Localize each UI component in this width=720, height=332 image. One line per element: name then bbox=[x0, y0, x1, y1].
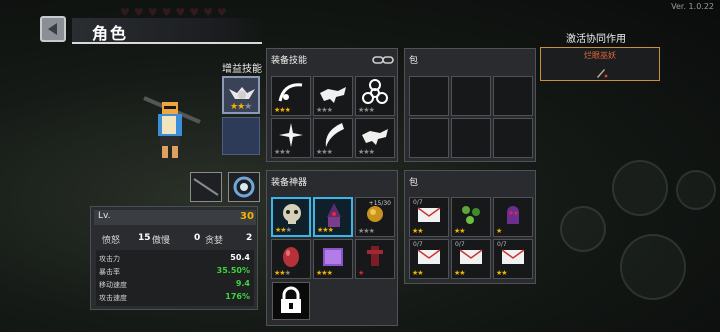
chain-link-icon[interactable] bbox=[372, 51, 394, 64]
stat-value-attack-speed: 176% bbox=[225, 292, 250, 301]
item-stars: ★★ bbox=[454, 269, 466, 277]
item-stars: ★★ bbox=[496, 269, 508, 277]
synergy-title: 激活协同作用 bbox=[566, 34, 626, 45]
bag-title: 包 bbox=[409, 178, 419, 188]
katana-icon bbox=[193, 178, 219, 196]
bg-moon-button bbox=[612, 160, 668, 216]
skill-slot[interactable]: ★★★ bbox=[313, 76, 353, 116]
stat-value-attack: 50.4 bbox=[230, 253, 250, 262]
item-stars: ★★ bbox=[412, 269, 424, 277]
stat-value-move-speed: 9.4 bbox=[235, 279, 250, 288]
trait-label: 贪婪 bbox=[205, 236, 224, 246]
bag-slot[interactable]: 0/7 ★★ bbox=[493, 239, 533, 279]
bag-title: 包 bbox=[409, 56, 419, 66]
back-arrow-icon bbox=[48, 23, 57, 35]
item-count: 0/7 bbox=[497, 241, 507, 248]
stat-value-crit: 35.50% bbox=[216, 266, 250, 275]
artifact-upgrade-count: +15/30 bbox=[368, 200, 391, 207]
item-count: 0/7 bbox=[455, 241, 465, 248]
trait-value: 0 bbox=[194, 233, 201, 243]
bag-slot[interactable] bbox=[409, 118, 449, 158]
bag-slot[interactable]: ★★ bbox=[451, 197, 491, 237]
trait-label: 傲慢 bbox=[152, 236, 171, 246]
item-stars: ★ bbox=[496, 227, 502, 235]
skill-stars: ★★★ bbox=[230, 102, 252, 112]
stat-label-move-speed: 移动速度 bbox=[99, 281, 127, 289]
empty-buff-slot[interactable] bbox=[222, 117, 260, 155]
item-stars: ★★★ bbox=[358, 106, 375, 114]
item-stars: ★★ bbox=[454, 227, 466, 235]
bag-slot[interactable] bbox=[451, 118, 491, 158]
item-stars: ★★★ bbox=[317, 226, 334, 234]
skill-slot[interactable]: ★★★ bbox=[355, 76, 395, 116]
item-count: 0/7 bbox=[413, 199, 423, 206]
weapon-slot[interactable] bbox=[190, 172, 222, 202]
bg-attack-button bbox=[620, 234, 686, 300]
item-stars: ★★★ bbox=[358, 148, 375, 156]
lock-icon bbox=[281, 286, 301, 313]
item-stars: ★★★ bbox=[274, 148, 291, 156]
item-stars: ★ bbox=[358, 269, 364, 277]
bg-dash-button bbox=[676, 170, 716, 210]
artifact-slot[interactable]: ★★★ bbox=[271, 239, 311, 279]
item-count: 0/7 bbox=[413, 241, 423, 248]
equipped-skills-title: 装备技能 bbox=[271, 56, 308, 66]
bag-slot[interactable] bbox=[451, 76, 491, 116]
level-value: 30 bbox=[240, 211, 254, 222]
synergy-dagger-icon bbox=[597, 69, 608, 78]
item-stars: ★★★ bbox=[316, 269, 333, 277]
character-sprite bbox=[140, 90, 204, 164]
stat-label-attack: 攻击力 bbox=[99, 255, 120, 263]
artifact-slot[interactable]: ★★★ +15/30 bbox=[355, 197, 395, 237]
stat-label-attack-speed: 攻击速度 bbox=[99, 294, 127, 302]
level-row bbox=[94, 210, 256, 225]
equipped-artifacts-title: 装备神器 bbox=[271, 178, 308, 188]
item-stars: ★★★ bbox=[274, 106, 291, 114]
synergy-name: 烂眼巫妖 bbox=[584, 51, 616, 60]
trait-value: 2 bbox=[246, 233, 253, 243]
bag-slot[interactable]: ★ bbox=[493, 197, 533, 237]
trait-label: 愤怒 bbox=[102, 236, 121, 246]
skill-slot[interactable]: ★★★ bbox=[313, 118, 353, 158]
buff-skill-slot[interactable]: ★★★ bbox=[222, 76, 260, 114]
item-stars: ★★ bbox=[412, 227, 424, 235]
item-stars: ★★★ bbox=[316, 106, 333, 114]
artifact-slot[interactable]: ★★★ bbox=[271, 197, 311, 237]
bag-slot[interactable]: 0/7 ★★ bbox=[451, 239, 491, 279]
bg-skill-button bbox=[560, 206, 606, 252]
skill-slot[interactable]: ★★★ bbox=[355, 118, 395, 158]
weapon-slot[interactable] bbox=[228, 172, 260, 202]
back-button[interactable] bbox=[40, 16, 66, 42]
skill-slot[interactable]: ★★★ bbox=[271, 76, 311, 116]
bag-slot[interactable] bbox=[493, 76, 533, 116]
item-stars: ★★★ bbox=[275, 226, 292, 234]
version-label: Ver. 1.0.22 bbox=[671, 2, 714, 11]
stat-label-crit: 暴击率 bbox=[99, 268, 120, 276]
artifact-slot[interactable]: ★ bbox=[355, 239, 395, 279]
skill-slot[interactable]: ★★★ bbox=[271, 118, 311, 158]
page-title: 角色 bbox=[92, 24, 129, 43]
bag-slot[interactable] bbox=[493, 118, 533, 158]
item-stars: ★★★ bbox=[274, 269, 291, 277]
buff-skill-label: 增益技能 bbox=[222, 64, 262, 75]
locked-artifact-slot[interactable] bbox=[272, 282, 310, 320]
bag-slot[interactable]: 0/7 ★★ bbox=[409, 239, 449, 279]
artifact-slot[interactable]: ★★★ bbox=[313, 197, 353, 237]
item-stars: ★★★ bbox=[316, 148, 333, 156]
artifact-slot[interactable]: ★★★ bbox=[313, 239, 353, 279]
trait-value: 15 bbox=[138, 233, 151, 243]
bag-slot[interactable]: 0/7 ★★ bbox=[409, 197, 449, 237]
item-stars: ★★★ bbox=[358, 227, 375, 235]
level-label: Lv. bbox=[98, 211, 111, 221]
bag-slot[interactable] bbox=[409, 76, 449, 116]
water-vortex-icon bbox=[233, 176, 255, 198]
